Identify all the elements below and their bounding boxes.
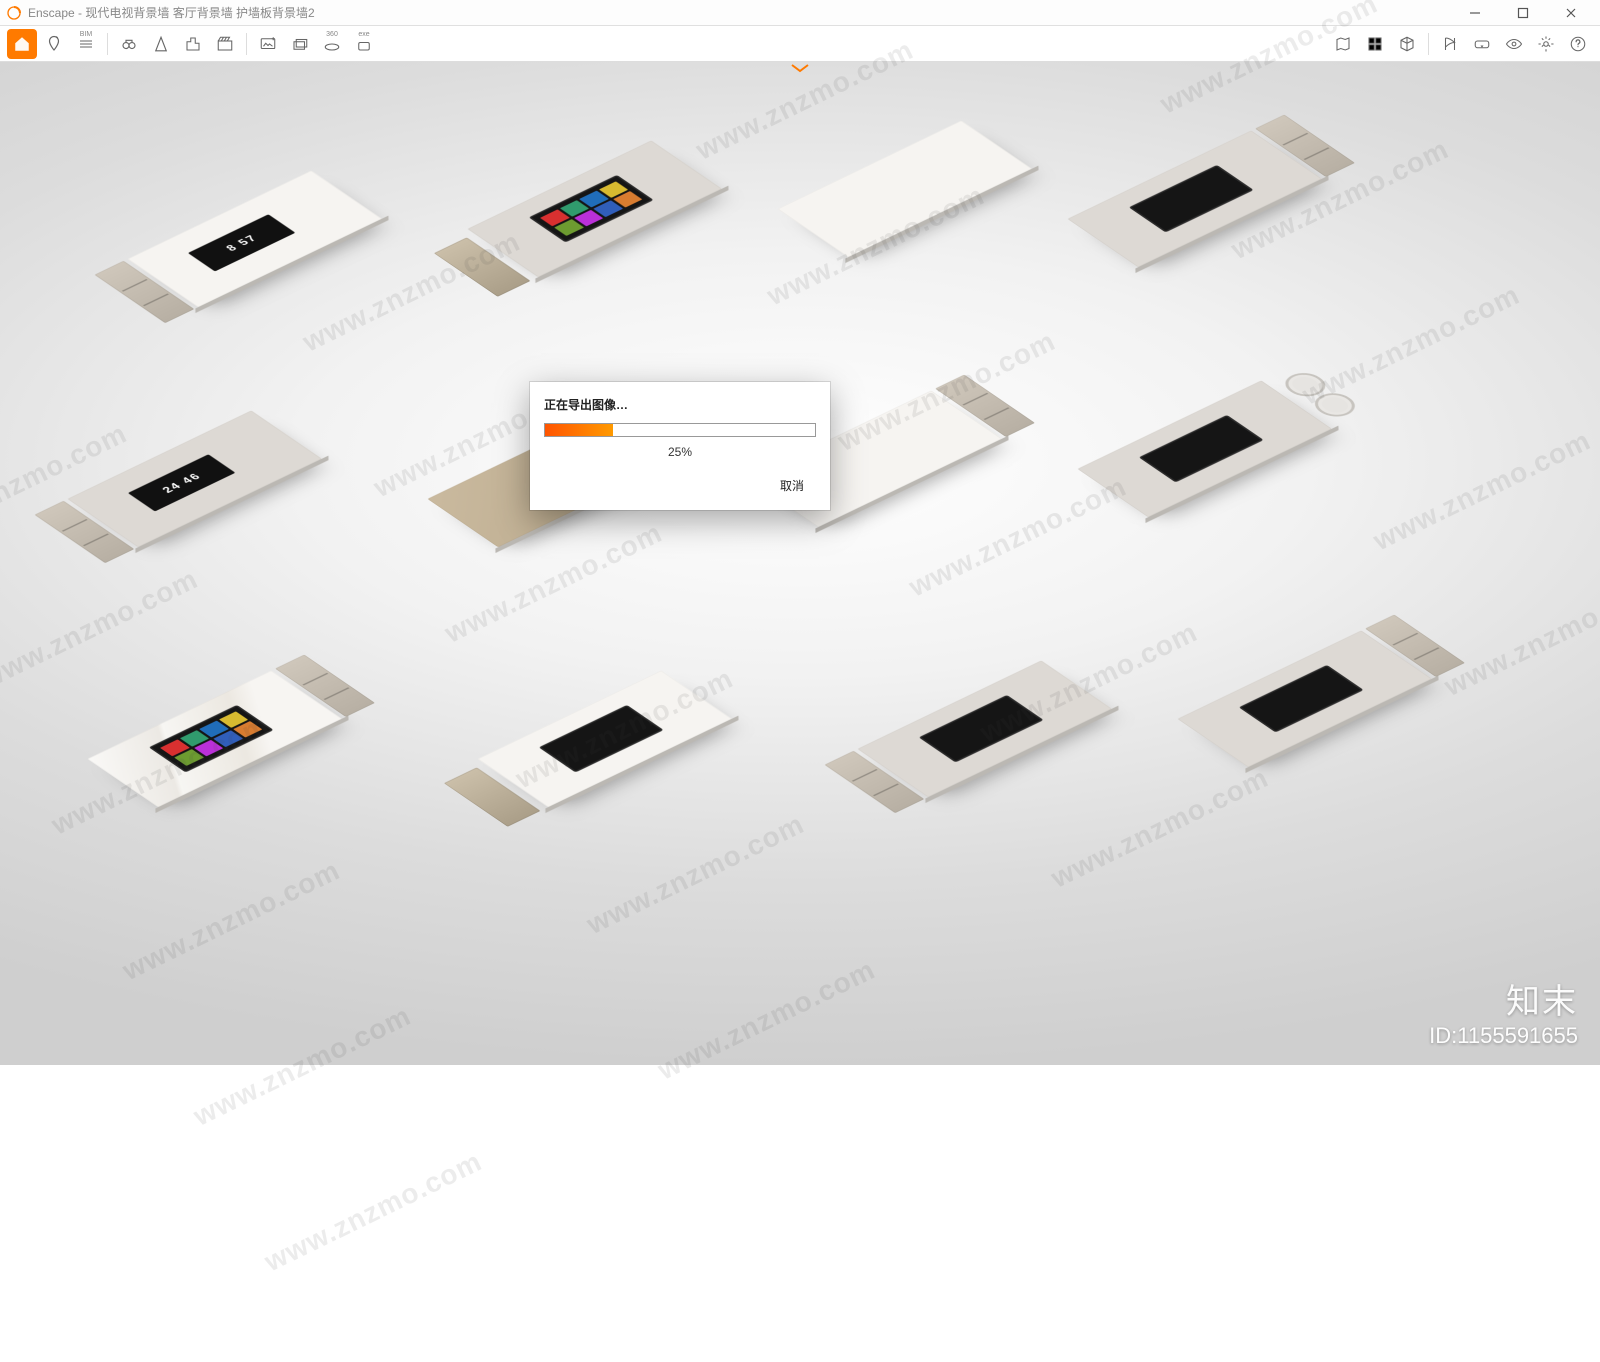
window-titlebar: Enscape - 现代电视背景墙 客厅背景墙 护墙板背景墙2 [0, 0, 1600, 26]
wall-clock-display: 8 57 [188, 214, 296, 271]
wall-clock-display: 24 46 [128, 454, 236, 511]
dialog-title: 正在导出图像… [544, 396, 816, 413]
binoculars-button[interactable] [114, 29, 144, 59]
watermark-credit: 知末 ID:1155591655 [1429, 974, 1578, 1049]
watermark-id: ID:1155591655 [1429, 1023, 1578, 1049]
asset-library-button[interactable] [1360, 29, 1390, 59]
walkthrough-path-button[interactable] [1435, 29, 1465, 59]
toolbar-separator [246, 33, 247, 55]
favorite-pin-button[interactable] [39, 29, 69, 59]
panel-drag-handle[interactable] [789, 62, 811, 74]
progress-fill [545, 424, 613, 436]
home-button[interactable] [7, 29, 37, 59]
minimap-button[interactable] [1328, 29, 1358, 59]
watermark-brand: 知末 [1429, 974, 1578, 1023]
orbit-cube-button[interactable] [1392, 29, 1422, 59]
progress-bar [544, 423, 816, 437]
pano-label: 360 [326, 31, 338, 38]
exe-export-button[interactable]: exe [349, 29, 379, 59]
progress-percent-label: 25% [544, 445, 816, 459]
main-toolbar: BIM 360 exe [0, 26, 1600, 62]
screenshot-button[interactable] [253, 29, 283, 59]
panorama-button[interactable]: 360 [317, 29, 347, 59]
close-button[interactable] [1548, 0, 1594, 26]
compass-view-button[interactable] [146, 29, 176, 59]
window-title: Enscape - 现代电视背景墙 客厅背景墙 护墙板背景墙2 [28, 4, 315, 21]
bim-menu-button[interactable]: BIM [71, 29, 101, 59]
settings-button[interactable] [1531, 29, 1561, 59]
app-icon [6, 5, 22, 21]
cancel-button[interactable]: 取消 [768, 471, 816, 500]
help-button[interactable] [1563, 29, 1593, 59]
maximize-button[interactable] [1500, 0, 1546, 26]
exe-label: exe [358, 31, 369, 38]
scene-content: 8 57 24 46 [100, 93, 1500, 993]
minimize-button[interactable] [1452, 0, 1498, 26]
batch-render-button[interactable] [285, 29, 315, 59]
vr-headset-button[interactable] [1467, 29, 1497, 59]
export-progress-dialog: 正在导出图像… 25% 取消 [530, 382, 830, 510]
visual-presets-button[interactable] [1499, 29, 1529, 59]
render-viewport[interactable]: 8 57 24 46 知末 ID:1155591655 [0, 62, 1600, 1065]
bim-label: BIM [80, 31, 92, 38]
video-clapper-button[interactable] [210, 29, 240, 59]
toolbar-separator [1428, 33, 1429, 55]
toolbar-separator [107, 33, 108, 55]
buildings-button[interactable] [178, 29, 208, 59]
